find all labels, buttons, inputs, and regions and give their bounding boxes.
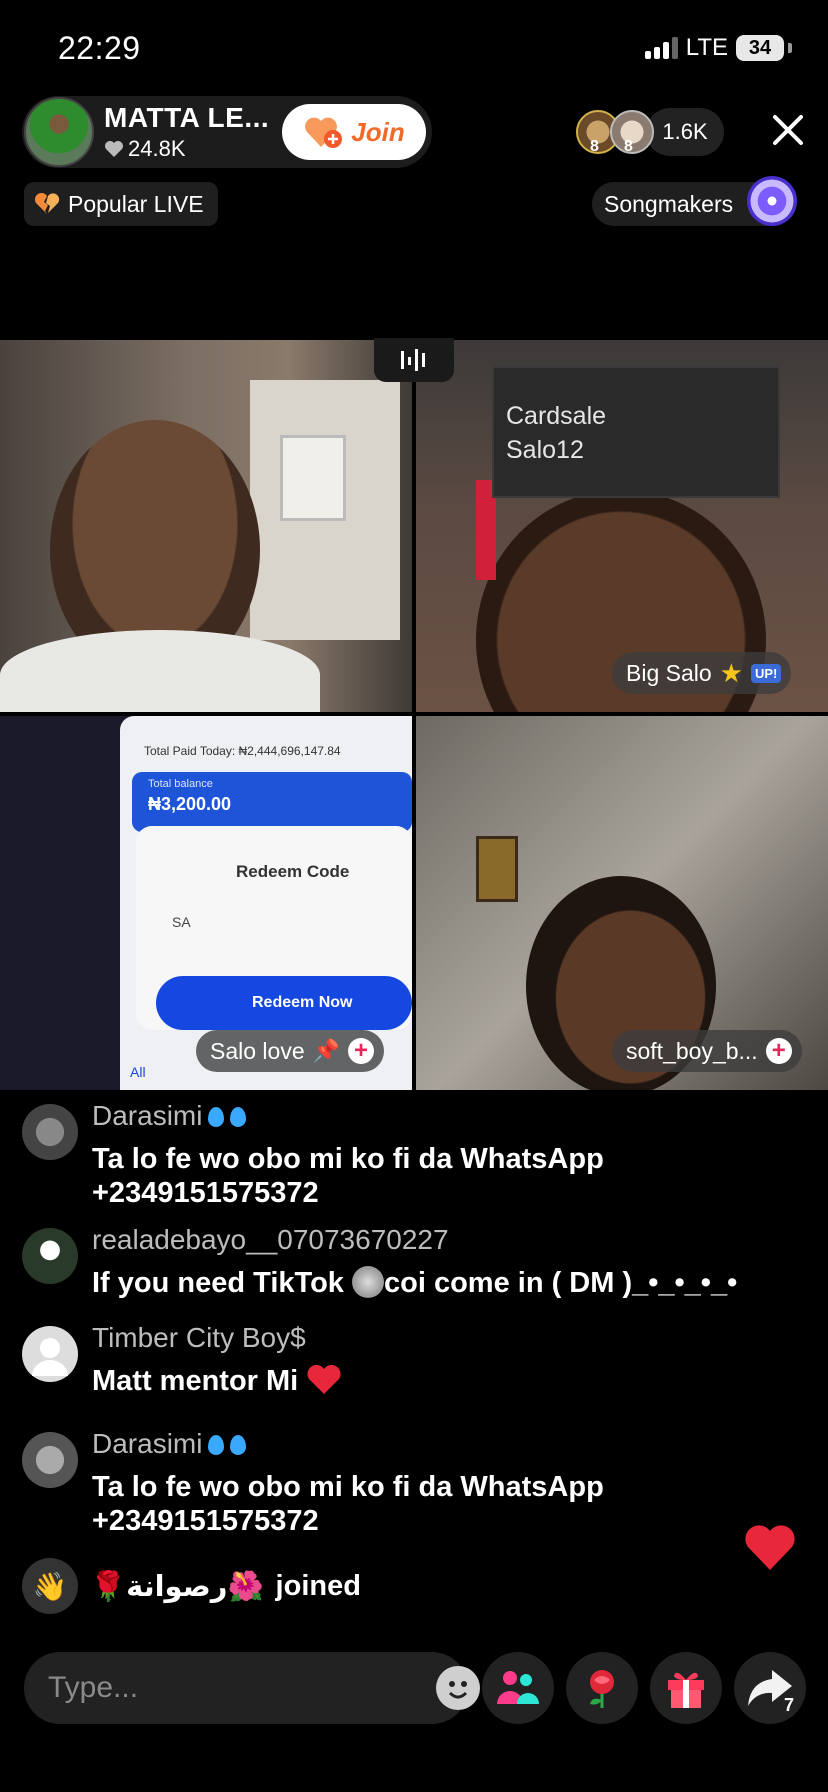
join-button[interactable]: Join [282,104,426,160]
host-avatar[interactable] [24,97,94,167]
signal-icon [644,37,678,59]
host-name: MATTA LE... [104,102,270,133]
gift-button[interactable] [650,1652,722,1724]
viewers-group[interactable]: 8 8 1.6K [576,108,724,156]
redeem-now-button: Redeem Now [156,976,412,1030]
plus-icon[interactable]: + [348,1038,375,1064]
plus-icon[interactable]: + [765,1038,792,1064]
popular-live-pill[interactable]: Popular LIVE [24,182,218,226]
total-paid-text: Total Paid Today: ₦2,444,696,147.84 [144,744,341,758]
chat-username[interactable]: Darasimi [92,1428,247,1460]
status-time: 22:29 [58,30,141,66]
joined-name[interactable]: 🌹رصوانة🌺 [90,1569,264,1604]
avatar[interactable] [22,1432,78,1488]
balance-card: Total balance ₦3,200.00 [132,772,412,832]
audio-bars-icon[interactable] [374,338,454,382]
heart-icon [105,141,123,157]
viewer-count[interactable]: 1.6K [646,108,724,156]
coin-icon [351,1266,384,1298]
chat-username[interactable]: Timber City Boy$ [92,1322,306,1354]
video-tile-host[interactable] [0,340,412,712]
disc-icon [747,176,798,226]
viewer-avatar[interactable]: 8 [610,110,654,155]
comment-input[interactable] [24,1670,436,1706]
broken-heart-icon [34,192,60,214]
phone-tab-all: All [130,1064,146,1080]
host-likes: 24.8K [104,136,269,162]
gift-icon [668,1672,704,1708]
share-button[interactable]: 7 [734,1652,806,1724]
chat-text: If you need TikTok coi come in ( DM )_•_… [92,1266,738,1299]
chat-list: Darasimi Ta lo fe wo obo mi ko fi da Wha… [22,1100,802,1540]
guest-name-tag[interactable]: soft_boy_b... + [612,1030,802,1072]
avatar[interactable] [22,1104,78,1160]
emoji-icon[interactable] [436,1666,480,1710]
heart-icon [745,1525,795,1570]
wave-icon: 👋 [22,1558,78,1614]
overlay-text-card: Cardsale Salo12 [492,366,780,498]
chat-username[interactable]: Darasimi [92,1100,247,1132]
rose-button[interactable] [566,1652,638,1724]
chat-text: Matt mentor Mi [92,1364,342,1398]
avatar[interactable] [22,1228,78,1284]
heart-plus-icon [305,117,343,148]
guest-name-tag[interactable]: Salo love 📌 + [196,1030,385,1072]
guests-button[interactable] [482,1652,554,1724]
star-icon: ★ [719,657,743,688]
avatar[interactable] [22,1326,78,1382]
chat-text: Ta lo fe wo obo mi ko fi da WhatsApp [92,1143,604,1175]
share-count: 7 [783,1695,794,1715]
guests-icon [497,1671,539,1704]
pin-icon: 📌 [312,1038,341,1063]
chat-text: +2349151575372 [92,1177,319,1209]
joined-notice: 👋 🌹رصوانة🌺 joined [22,1558,361,1614]
network-label: LTE [685,34,728,61]
heart-icon [307,1364,341,1394]
battery-icon: 34 [736,35,784,61]
video-tile-guest-soft-boy[interactable]: soft_boy_b... + [416,716,828,1090]
joined-suffix: joined [275,1569,361,1602]
host-pill[interactable]: MATTA LE... 24.8K Join [22,96,432,168]
guest-name-tag[interactable]: Big Salo ★ UP! [612,652,792,694]
chat-text: Ta lo fe wo obo mi ko fi da WhatsApp [92,1471,604,1503]
songmakers-pill[interactable]: Songmakers [592,176,798,226]
status-indicators: LTE 34 [644,34,792,62]
chat-text: +2349151575372 [92,1505,319,1537]
up-badge: UP! [750,663,782,683]
chat-username[interactable]: realadebayo__07073670227 [92,1224,449,1256]
close-icon[interactable] [770,112,806,148]
rose-icon [590,1670,614,1708]
comment-input-wrapper[interactable] [24,1652,480,1724]
